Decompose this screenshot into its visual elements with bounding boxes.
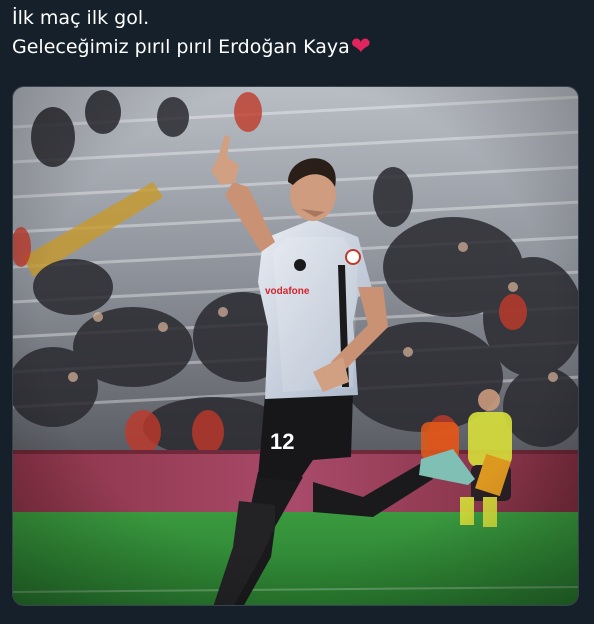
tweet-photo[interactable]: 12 vodafone <box>12 86 579 606</box>
tweet-text-line-2-text: Geleceğimiz pırıl pırıl Erdoğan Kaya <box>12 36 350 58</box>
tweet-text-line-1: İlk maç ilk gol. <box>12 7 150 29</box>
heart-emoji-icon: ❤ <box>350 32 371 60</box>
tweet-card: İlk maç ilk gol. Geleceğimiz pırıl pırıl… <box>0 0 594 624</box>
tweet-text-line-2: Geleceğimiz pırıl pırıl Erdoğan Kaya❤ <box>12 33 582 62</box>
football-celebration-photo: 12 vodafone <box>13 87 578 605</box>
tweet-text: İlk maç ilk gol. Geleceğimiz pırıl pırıl… <box>12 4 582 62</box>
